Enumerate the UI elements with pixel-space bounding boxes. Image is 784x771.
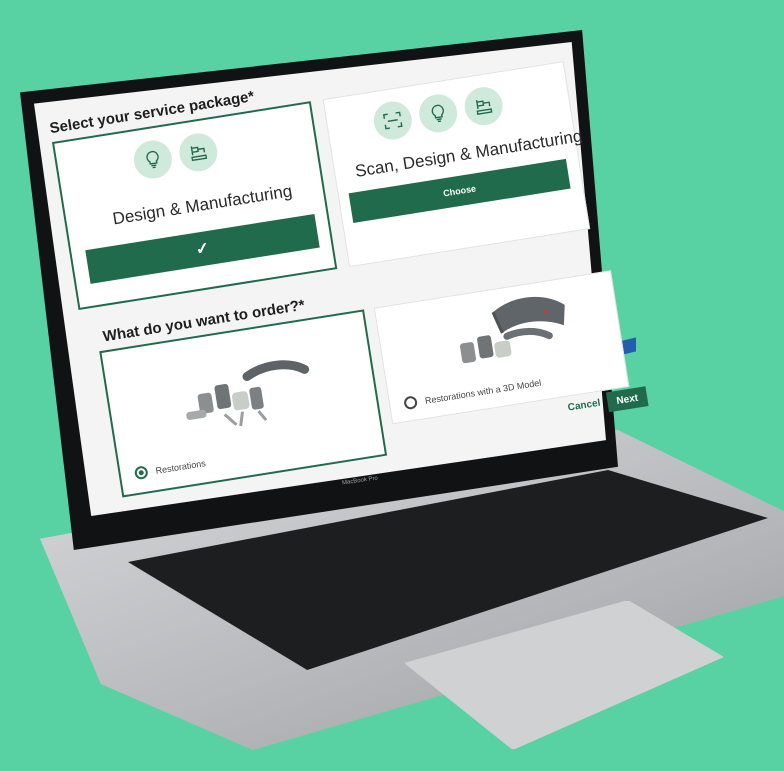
radio-selected-icon <box>133 465 149 481</box>
radio-label: Restorations with a 3D Model <box>424 377 542 406</box>
restorations-radio[interactable]: Restorations <box>133 456 207 481</box>
lightbulb-icon <box>131 137 175 182</box>
package-icons <box>371 84 506 143</box>
next-button[interactable]: Next <box>605 386 649 413</box>
radio-label: Restorations <box>154 457 207 476</box>
restorations-image <box>186 360 310 427</box>
scan-icon <box>371 98 415 143</box>
restorations-3d-model-radio[interactable]: Restorations with a 3D Model <box>403 376 542 411</box>
radio-unselected-icon <box>403 395 419 411</box>
package-card-design-manufacturing[interactable]: Design & Manufacturing ✓ <box>51 101 338 311</box>
milling-machine-icon <box>461 84 506 128</box>
lightbulb-icon <box>416 91 460 136</box>
package-icons <box>131 130 221 182</box>
package-card-scan-design-manufacturing[interactable]: Scan, Design & Manufacturing Choose <box>322 61 591 268</box>
cancel-button[interactable]: Cancel <box>567 398 601 414</box>
restorations-3d-model-image <box>459 296 565 364</box>
milling-machine-icon <box>176 130 221 175</box>
